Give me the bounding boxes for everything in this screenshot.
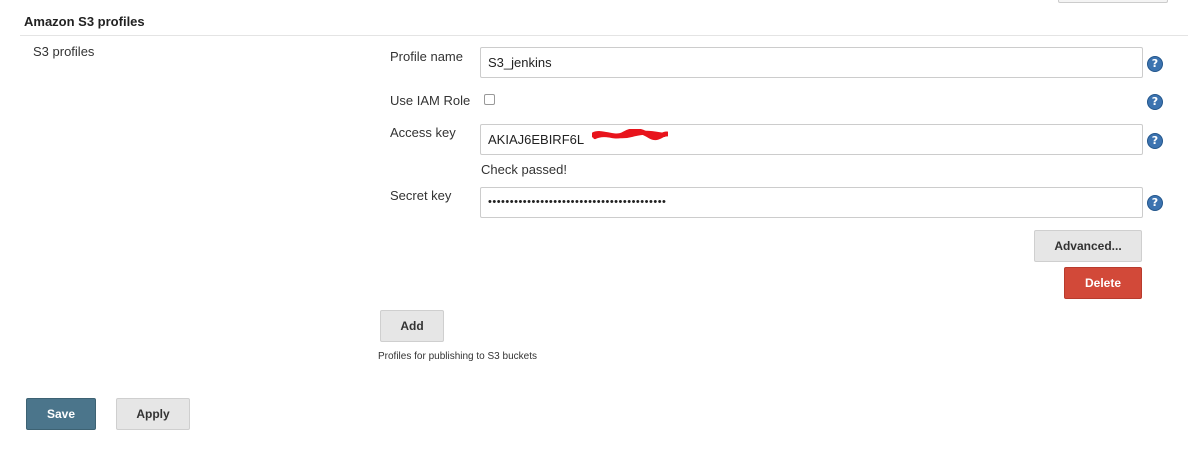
help-icon[interactable]: ? [1147, 94, 1163, 110]
profiles-hint: Profiles for publishing to S3 buckets [378, 351, 537, 362]
add-button[interactable]: Add [380, 310, 444, 342]
apply-button[interactable]: Apply [116, 398, 190, 430]
help-icon[interactable]: ? [1147, 195, 1163, 211]
profile-name-label: Profile name [390, 49, 463, 64]
advanced-button[interactable]: Advanced... [1034, 230, 1142, 262]
help-icon[interactable]: ? [1147, 133, 1163, 149]
save-button[interactable]: Save [26, 398, 96, 430]
help-icon[interactable]: ? [1147, 56, 1163, 72]
use-iam-role-checkbox[interactable] [484, 94, 495, 105]
delete-button[interactable]: Delete [1064, 267, 1142, 299]
group-label-s3-profiles: S3 profiles [33, 44, 95, 59]
partial-button-top[interactable] [1058, 0, 1168, 3]
jenkins-config-page: Amazon S3 profiles S3 profiles Profile n… [0, 0, 1200, 462]
access-key-check-status: Check passed! [481, 162, 567, 177]
secret-key-label: Secret key [390, 188, 452, 203]
redaction-scribble [592, 129, 668, 141]
secret-key-input[interactable]: ••••••••••••••••••••••••••••••••••••••••… [480, 187, 1143, 218]
section-title: Amazon S3 profiles [24, 14, 145, 29]
section-divider [20, 35, 1188, 36]
access-key-input[interactable]: AKIAJ6EBIRF6L [480, 124, 1143, 155]
access-key-label: Access key [390, 125, 456, 140]
use-iam-role-label: Use IAM Role [390, 93, 471, 108]
profile-name-input[interactable]: S3_jenkins [480, 47, 1143, 78]
